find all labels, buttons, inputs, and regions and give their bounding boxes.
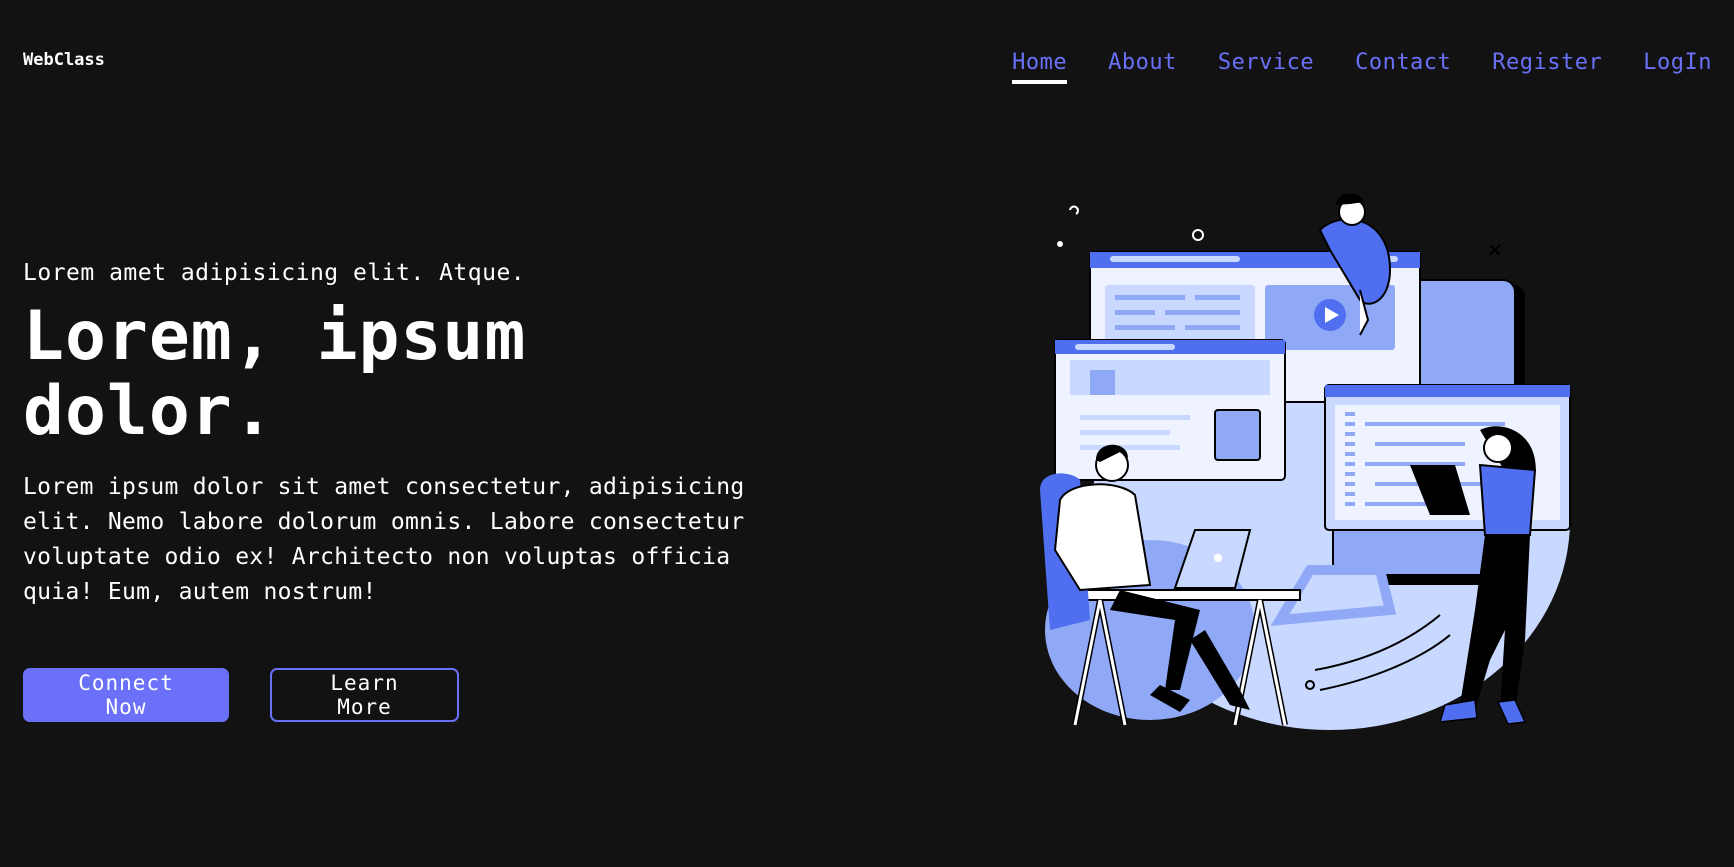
nav-item-login[interactable]: LogIn xyxy=(1643,50,1712,75)
nav-item-register[interactable]: Register xyxy=(1492,50,1602,75)
nav-item-service[interactable]: Service xyxy=(1218,50,1314,75)
hero-eyebrow: Lorem amet adipisicing elit. Atque. xyxy=(23,260,526,286)
hero-headline: Lorem, ipsum dolor. xyxy=(23,297,527,451)
landing-page: WebClass Home About Service Contact Regi… xyxy=(0,0,1734,867)
hero-buttons: Connect Now Learn More xyxy=(23,667,803,722)
hero-section: Lorem amet adipisicing elit. Atque. Lore… xyxy=(23,260,803,722)
nav-item-about[interactable]: About xyxy=(1108,50,1177,75)
hero-description: Lorem ipsum dolor sit amet consectetur, … xyxy=(23,473,745,605)
web-development-illustration xyxy=(1040,193,1571,730)
logo[interactable]: WebClass xyxy=(23,50,105,70)
main-nav: Home About Service Contact Register LogI… xyxy=(1012,50,1712,84)
connect-now-button[interactable]: Connect Now xyxy=(23,667,229,722)
learn-more-button[interactable]: Learn More xyxy=(270,667,459,722)
nav-item-home[interactable]: Home xyxy=(1012,50,1068,84)
nav-item-contact[interactable]: Contact xyxy=(1355,50,1451,75)
